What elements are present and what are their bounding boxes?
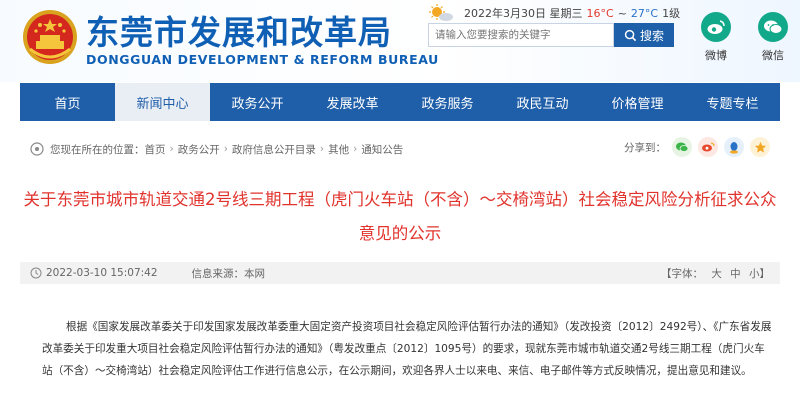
article-meta-bar: 2022-03-10 15:07:42 信息来源：本网 【字体： 大 中 小】	[20, 262, 780, 284]
location-icon	[30, 142, 44, 156]
site-subtitle: DONGGUAN DEVELOPMENT & REFORM BUREAU	[86, 52, 439, 67]
breadcrumb-notices[interactable]: 通知公告	[361, 142, 403, 157]
search-icon	[624, 29, 637, 41]
font-size-medium[interactable]: 中	[730, 268, 741, 280]
weather-temp-low: 16°C	[586, 6, 614, 20]
sun-cloud-icon	[429, 4, 453, 21]
share-wechat-icon[interactable]	[672, 137, 692, 157]
weibo-icon	[701, 12, 731, 42]
share-qq-icon[interactable]	[724, 137, 744, 157]
breadcrumb-separator: ›	[319, 143, 325, 155]
weather-widget: 2022年3月30日 星期三 16°C ~ 27°C 1级	[428, 4, 680, 22]
font-size-small[interactable]: 小】	[749, 268, 770, 280]
weather-temp-sep: ~	[617, 6, 627, 20]
nav-item-gov-affairs[interactable]: 政务公开	[210, 83, 305, 121]
weather-temp-high: 27°C	[630, 6, 659, 20]
weibo-link[interactable]: 微博	[697, 12, 735, 63]
nav-item-gov-services[interactable]: 政务服务	[400, 83, 495, 121]
breadcrumb-separator: ›	[223, 143, 228, 155]
weather-wind: 1级	[662, 7, 681, 20]
weather-date: 2022年3月30日 星期三	[464, 7, 583, 20]
nav-item-home[interactable]: 首页	[20, 83, 115, 121]
breadcrumb-gov-affairs[interactable]: 政务公开	[178, 142, 220, 157]
share-bar: 分享到：	[624, 137, 770, 157]
share-label: 分享到：	[624, 141, 666, 154]
site-header: 东莞市发展和改革局 DONGGUAN DEVELOPMENT & REFORM …	[0, 0, 800, 82]
nav-item-interaction[interactable]: 政民互动	[495, 83, 590, 121]
search-input[interactable]	[428, 23, 614, 47]
font-size-large[interactable]: 大	[711, 268, 722, 280]
breadcrumb: 您现在所在的位置： 首页 › 政务公开 › 政府信息公开目录 › 其他 › 通知…	[20, 133, 780, 165]
search-button-label: 搜索	[639, 28, 664, 43]
nav-item-price-management[interactable]: 价格管理	[590, 83, 685, 121]
main-nav: 首页 新闻中心 政务公开 发展改革 政务服务 政民互动 价格管理 专题专栏	[20, 83, 780, 121]
breadcrumb-home[interactable]: 首页	[145, 142, 166, 157]
wechat-link[interactable]: 微信	[754, 12, 792, 63]
nav-item-news[interactable]: 新闻中心	[115, 83, 210, 121]
font-size-control: 【字体： 大 中 小】	[661, 266, 770, 281]
clock-icon	[30, 267, 42, 279]
font-size-label: 【字体：	[660, 267, 703, 280]
wechat-icon	[758, 12, 788, 42]
article-date: 2022-03-10 15:07:42	[46, 267, 158, 279]
breadcrumb-prefix: 您现在所在的位置：	[50, 143, 145, 156]
nav-item-development-reform[interactable]: 发展改革	[305, 83, 400, 121]
search-button[interactable]: 搜索	[614, 23, 674, 47]
wechat-label: 微信	[762, 49, 784, 62]
article-source: 信息来源：本网	[191, 267, 266, 280]
share-weibo-icon[interactable]	[698, 137, 718, 157]
breadcrumb-info-catalog[interactable]: 政府信息公开目录	[232, 142, 316, 157]
article-body: 根据《国家发展改革委关于印发国家发展改革委重大固定资产投资项目社会稳定风险评估暂…	[42, 321, 772, 377]
nav-item-special-topics[interactable]: 专题专栏	[685, 83, 780, 121]
article-title: 关于东莞市城市轨道交通2号线三期工程（虎门火车站（不含）～交椅湾站）社会稳定风险…	[23, 190, 777, 243]
breadcrumb-other[interactable]: 其他	[328, 142, 349, 157]
weibo-label: 微博	[705, 49, 727, 62]
site-title[interactable]: 东莞市发展和改革局	[86, 14, 392, 52]
breadcrumb-separator: ›	[353, 143, 358, 155]
breadcrumb-separator: ›	[169, 143, 174, 155]
national-emblem-icon	[23, 10, 77, 64]
share-favorite-icon[interactable]	[750, 137, 770, 157]
